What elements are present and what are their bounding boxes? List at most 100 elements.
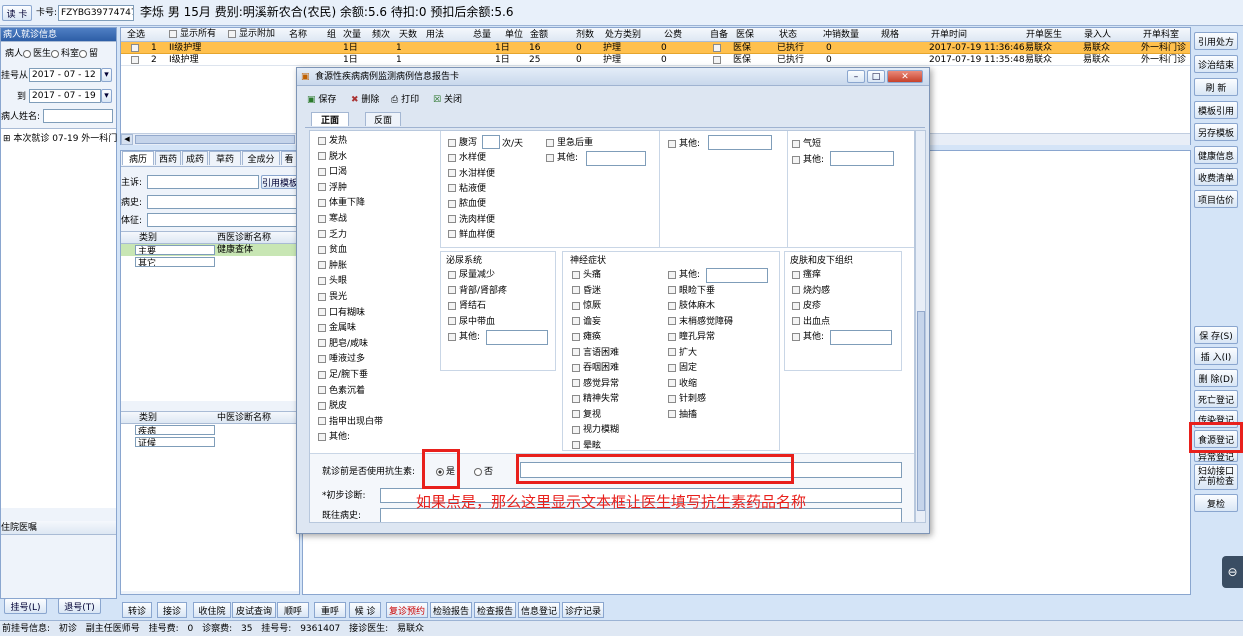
symptom-checkbox[interactable]: 言语困难	[572, 347, 619, 359]
symptom-checkbox[interactable]: 唾液过多	[318, 353, 365, 365]
symptom-checkbox[interactable]: 吞咽困难	[572, 362, 619, 374]
tab-referral[interactable]: 转诊	[122, 602, 152, 618]
checkbox-icon[interactable]	[318, 276, 326, 285]
symptom-checkbox[interactable]: 其他:	[448, 331, 480, 343]
table-row[interactable]: 疾病	[121, 424, 299, 436]
symptom-checkbox[interactable]: 谵妄	[572, 316, 601, 328]
urinary-other-input[interactable]	[486, 330, 548, 345]
checkbox-icon[interactable]	[318, 292, 326, 301]
symptom-checkbox[interactable]: 色素沉着	[318, 385, 365, 397]
recheck-button[interactable]: 复检	[1194, 494, 1238, 512]
checkbox-icon[interactable]	[318, 261, 326, 270]
symptom-checkbox[interactable]: 尿中带血	[448, 316, 495, 328]
symptom-checkbox[interactable]: 指甲出现白带	[318, 416, 383, 428]
symptom-checkbox[interactable]: 其他:	[792, 331, 824, 343]
tab-ingredient[interactable]: 全成分	[242, 151, 280, 165]
tab-exam-report[interactable]: 检查报告	[474, 602, 516, 618]
symptom-checkbox[interactable]: 肢体麻木	[668, 300, 715, 312]
row-self-checkbox[interactable]	[713, 55, 721, 64]
symptom-checkbox[interactable]: 发热	[318, 135, 347, 147]
symptom-checkbox[interactable]: 背部/肾部疼	[448, 285, 507, 297]
patient-radio[interactable]: 病人	[5, 49, 33, 59]
row-checkbox[interactable]	[131, 43, 139, 52]
tab-recall[interactable]: 重呼	[314, 602, 346, 618]
checkbox-icon[interactable]	[318, 136, 326, 145]
checkbox-icon[interactable]	[448, 138, 456, 147]
show-extra-checkbox[interactable]: 显示附加	[228, 28, 275, 40]
close-window-button[interactable]: ✕	[887, 70, 923, 83]
checkbox-icon[interactable]	[668, 348, 676, 356]
main-category-select[interactable]: 主要	[135, 245, 215, 255]
maternal-interface-button[interactable]: 妇幼接口 产前检查	[1194, 464, 1238, 490]
symptom-checkbox[interactable]: 体重下降	[318, 197, 365, 209]
checkbox-icon[interactable]	[318, 401, 326, 410]
show-all-checkbox[interactable]: 显示所有	[169, 28, 216, 40]
symptom-checkbox[interactable]: 皮疹	[792, 300, 821, 312]
tab-lab-report[interactable]: 检验报告	[430, 602, 472, 618]
neuro-other-input[interactable]	[706, 268, 768, 283]
other-4-input[interactable]	[708, 135, 772, 150]
checkbox-icon[interactable]	[448, 317, 456, 325]
checkbox-icon[interactable]	[792, 270, 800, 279]
row-checkbox[interactable]	[131, 55, 139, 64]
reg-to-dropdown[interactable]: ▾	[101, 89, 112, 103]
symptom-checkbox[interactable]: 扩大	[668, 347, 697, 359]
checkbox-icon[interactable]	[318, 214, 326, 223]
expand-icon[interactable]: ⊞	[3, 134, 11, 144]
checkbox-icon[interactable]	[448, 153, 456, 162]
short-breath-checkbox[interactable]: 气短	[792, 138, 821, 150]
diarrhea-count-input[interactable]	[482, 135, 500, 149]
checkbox-icon[interactable]	[448, 270, 456, 279]
checkbox-icon[interactable]	[318, 354, 326, 363]
other-category-select[interactable]: 其它	[135, 257, 215, 267]
symptom-checkbox[interactable]: 肥皂/咸味	[318, 338, 368, 350]
symptom-checkbox[interactable]: 肿胀	[318, 260, 347, 272]
symptom-checkbox[interactable]: 腹泻	[448, 137, 477, 149]
symptom-checkbox[interactable]: 浮肿	[318, 182, 347, 194]
death-register-button[interactable]: 死亡登记	[1194, 390, 1238, 408]
symptom-checkbox[interactable]: 水泔样便	[448, 168, 495, 180]
tab-receive[interactable]: 接诊	[157, 602, 187, 618]
symptom-checkbox[interactable]: 寒战	[318, 213, 347, 225]
symptom-checkbox[interactable]: 惊厥	[572, 300, 601, 312]
symptom-checkbox[interactable]: 水样便	[448, 152, 486, 164]
checkbox-icon[interactable]	[668, 270, 676, 279]
table-row[interactable]: 主要 健康查体	[121, 244, 299, 256]
checkbox-icon[interactable]	[448, 286, 456, 294]
checkbox-icon[interactable]	[318, 308, 326, 317]
checkbox-icon[interactable]	[318, 198, 326, 207]
checkbox-icon[interactable]	[318, 386, 326, 395]
reg-from-date[interactable]: 2017 - 07 - 12	[29, 68, 101, 82]
tab-admit[interactable]: 收住院	[193, 602, 231, 618]
checkbox-icon[interactable]	[668, 301, 676, 310]
table-row[interactable]: 1 II级护理 1日 1 1日 16 0 护理 0 医保 已执行 0 2017-…	[121, 42, 1190, 54]
close-tool[interactable]: ☒ 关闭	[433, 94, 462, 106]
register-button[interactable]: 挂号(L)	[4, 598, 47, 614]
read-card-button[interactable]: 读 卡	[2, 5, 32, 21]
tab-front[interactable]: 正面	[311, 112, 349, 126]
symptom-checkbox[interactable]: 瘙痒	[792, 269, 821, 281]
symptom-checkbox[interactable]: 足/腕下垂	[318, 369, 368, 381]
symptom-checkbox[interactable]: 昏迷	[572, 285, 601, 297]
checkbox-icon[interactable]	[792, 301, 800, 310]
checkbox-icon[interactable]	[318, 167, 326, 176]
save-template-button[interactable]: 另存模板	[1194, 123, 1238, 141]
checkbox-icon[interactable]	[668, 379, 676, 387]
checkbox-icon[interactable]	[318, 152, 326, 161]
save-tool[interactable]: ▣ 保存	[307, 94, 336, 106]
scroll-thumb[interactable]	[135, 135, 295, 144]
antibiotic-no-radio[interactable]: 否	[474, 466, 493, 478]
symptom-checkbox[interactable]: 其他:	[546, 152, 578, 164]
checkbox-icon[interactable]	[448, 230, 456, 239]
symptom-checkbox[interactable]: 末梢感觉障碍	[668, 316, 733, 328]
resp-other-checkbox[interactable]: 其他:	[792, 154, 824, 166]
complaint-input[interactable]	[147, 175, 259, 189]
form-scroll-thumb[interactable]	[917, 311, 925, 511]
symptom-checkbox[interactable]: 乏力	[318, 229, 347, 241]
symptom-checkbox[interactable]: 针刺感	[668, 393, 706, 405]
symptom-checkbox[interactable]: 洗肉样便	[448, 214, 495, 226]
checkbox-icon[interactable]	[668, 410, 676, 418]
reg-from-dropdown[interactable]: ▾	[101, 68, 112, 82]
save-button[interactable]: 保 存(S)	[1194, 326, 1238, 344]
checkbox-icon[interactable]	[572, 332, 580, 341]
